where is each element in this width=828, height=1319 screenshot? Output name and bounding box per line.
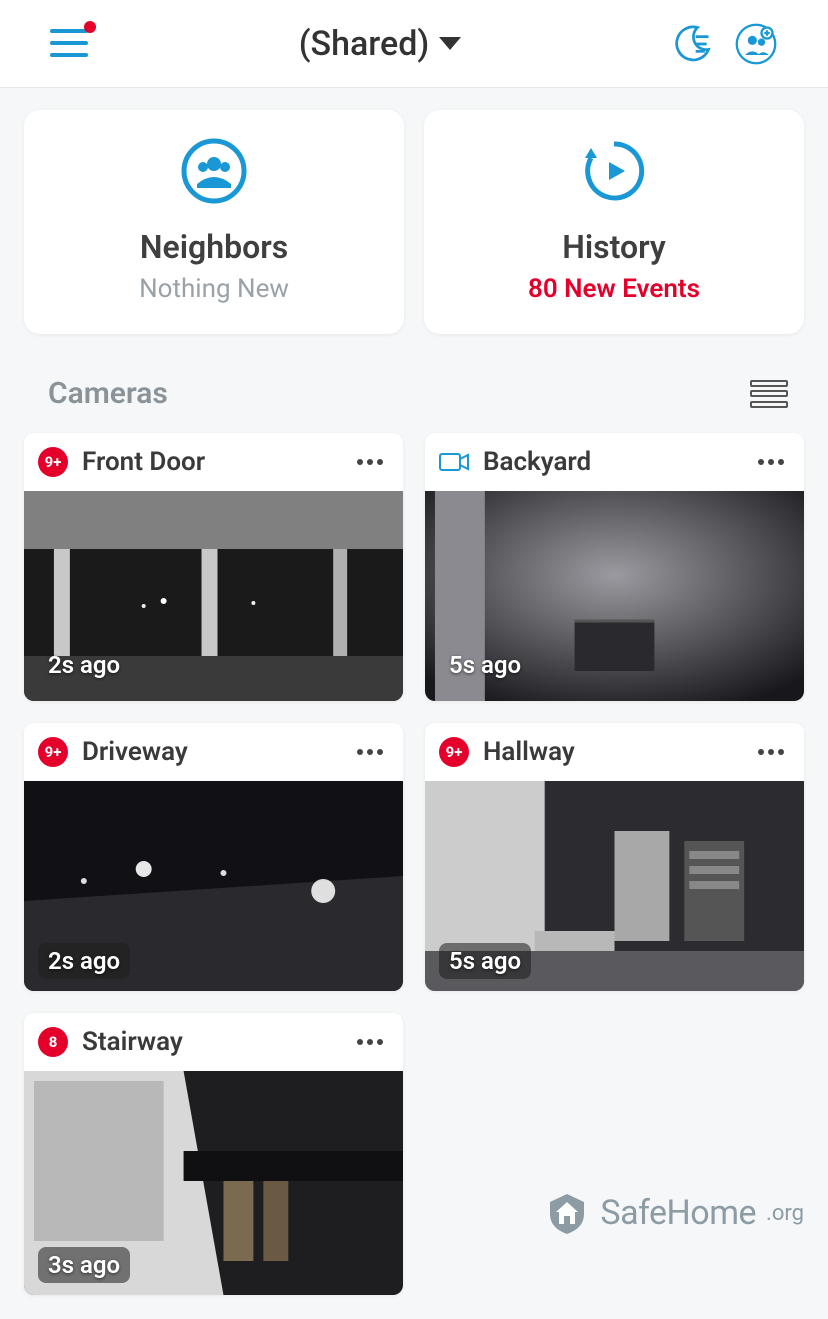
watermark: SafeHome .org	[544, 1190, 804, 1236]
location-selector[interactable]: (Shared)	[110, 24, 650, 64]
camera-card-header: 8 Stairway	[24, 1013, 403, 1071]
camera-name: Stairway	[82, 1027, 339, 1057]
camera-menu-button[interactable]	[754, 743, 788, 761]
history-tile[interactable]: History 80 New Events	[424, 110, 804, 334]
summary-tiles: Neighbors Nothing New History 80 New Eve…	[0, 88, 828, 354]
camera-card-front-door[interactable]: 9+ Front Door 2s ago	[24, 433, 403, 701]
moon-icon	[670, 22, 714, 66]
camera-card-header: 9+ Driveway	[24, 723, 403, 781]
alert-count-badge: 8	[38, 1027, 68, 1057]
camera-icon	[439, 450, 469, 474]
location-label: (Shared)	[299, 24, 430, 64]
add-shared-user-button[interactable]	[734, 22, 778, 66]
view-toggle-button[interactable]	[750, 380, 788, 408]
alert-count-badge: 9+	[439, 737, 469, 767]
chevron-down-icon	[439, 37, 461, 50]
camera-menu-button[interactable]	[353, 1033, 387, 1051]
camera-card-backyard[interactable]: Backyard 5s ago	[425, 433, 804, 701]
camera-card-hallway[interactable]: 9+ Hallway 5s ago	[425, 723, 804, 991]
people-plus-icon	[734, 22, 778, 66]
watermark-suffix: .org	[766, 1201, 804, 1226]
neighbors-icon	[181, 138, 247, 204]
camera-name: Backyard	[483, 447, 740, 477]
watermark-brand: SafeHome	[600, 1193, 756, 1233]
camera-card-header: Backyard	[425, 433, 804, 491]
night-mode-button[interactable]	[670, 22, 714, 66]
app-header: (Shared)	[0, 0, 828, 88]
camera-card-header: 9+ Hallway	[425, 723, 804, 781]
shield-house-icon	[544, 1190, 590, 1236]
neighbors-subtitle: Nothing New	[34, 274, 394, 304]
notification-dot-icon	[84, 21, 96, 33]
camera-timestamp: 5s ago	[439, 647, 531, 683]
camera-card-driveway[interactable]: 9+ Driveway 2s ago	[24, 723, 403, 991]
camera-timestamp: 3s ago	[38, 1247, 130, 1283]
camera-timestamp: 2s ago	[38, 943, 130, 979]
history-subtitle: 80 New Events	[434, 274, 794, 304]
camera-timestamp: 2s ago	[38, 647, 130, 683]
neighbors-tile[interactable]: Neighbors Nothing New	[24, 110, 404, 334]
alert-count-badge: 9+	[38, 447, 68, 477]
cameras-section-title: Cameras	[48, 376, 168, 411]
menu-button[interactable]	[50, 29, 90, 59]
camera-timestamp: 5s ago	[439, 943, 531, 979]
camera-card-header: 9+ Front Door	[24, 433, 403, 491]
camera-name: Hallway	[483, 737, 740, 767]
camera-menu-button[interactable]	[754, 453, 788, 471]
camera-name: Driveway	[82, 737, 339, 767]
alert-count-badge: 9+	[38, 737, 68, 767]
history-icon	[581, 138, 647, 204]
camera-menu-button[interactable]	[353, 453, 387, 471]
cameras-section-header: Cameras	[0, 354, 828, 421]
history-title: History	[434, 228, 794, 266]
camera-name: Front Door	[82, 447, 339, 477]
camera-card-stairway[interactable]: 8 Stairway 3s ago	[24, 1013, 403, 1295]
neighbors-title: Neighbors	[34, 228, 394, 266]
camera-menu-button[interactable]	[353, 743, 387, 761]
camera-grid: 9+ Front Door 2s ago Backyard	[0, 421, 828, 1319]
